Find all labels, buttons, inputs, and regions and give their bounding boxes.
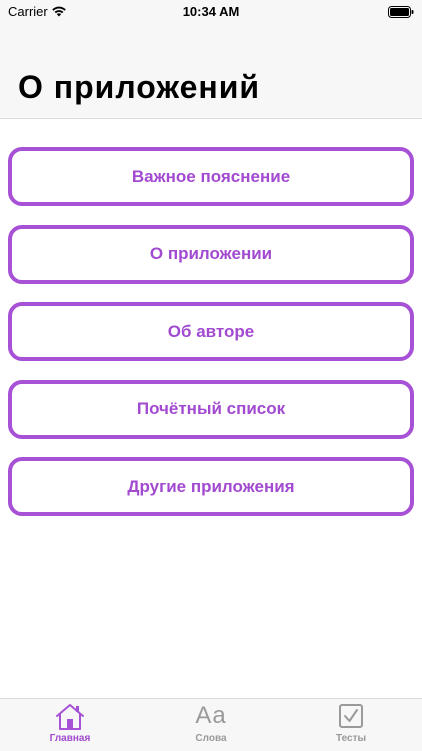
- text-size-icon: Aa: [195, 702, 227, 729]
- home-icon: [56, 704, 84, 730]
- about-author-button[interactable]: Об авторе: [8, 302, 414, 361]
- battery-icon: [388, 6, 414, 18]
- honor-list-button[interactable]: Почётный список: [8, 379, 414, 439]
- tab-tests-label: Тесты: [335, 733, 367, 744]
- page-title: О приложений: [18, 69, 261, 105]
- tab-bar: Главная Aa Слова Тесты: [0, 698, 422, 751]
- navigation-header: О приложений: [0, 24, 422, 119]
- tab-words-label: Слова: [195, 733, 227, 744]
- tab-tests[interactable]: Тесты: [281, 699, 421, 751]
- status-bar: Carrier 10:34 AM: [0, 0, 422, 24]
- menu-list: Важное пояснение О приложении Об авторе …: [8, 147, 414, 535]
- status-time: 10:34 AM: [182, 4, 240, 19]
- about-app-button[interactable]: О приложении: [8, 224, 414, 284]
- tab-home[interactable]: Главная: [0, 699, 140, 751]
- tab-home-label: Главная: [49, 733, 91, 744]
- other-apps-button[interactable]: Другие приложения: [8, 457, 414, 516]
- checkbox-icon: [339, 704, 363, 728]
- tab-words[interactable]: Aa Слова: [141, 699, 281, 751]
- important-note-button[interactable]: Важное пояснение: [8, 147, 414, 206]
